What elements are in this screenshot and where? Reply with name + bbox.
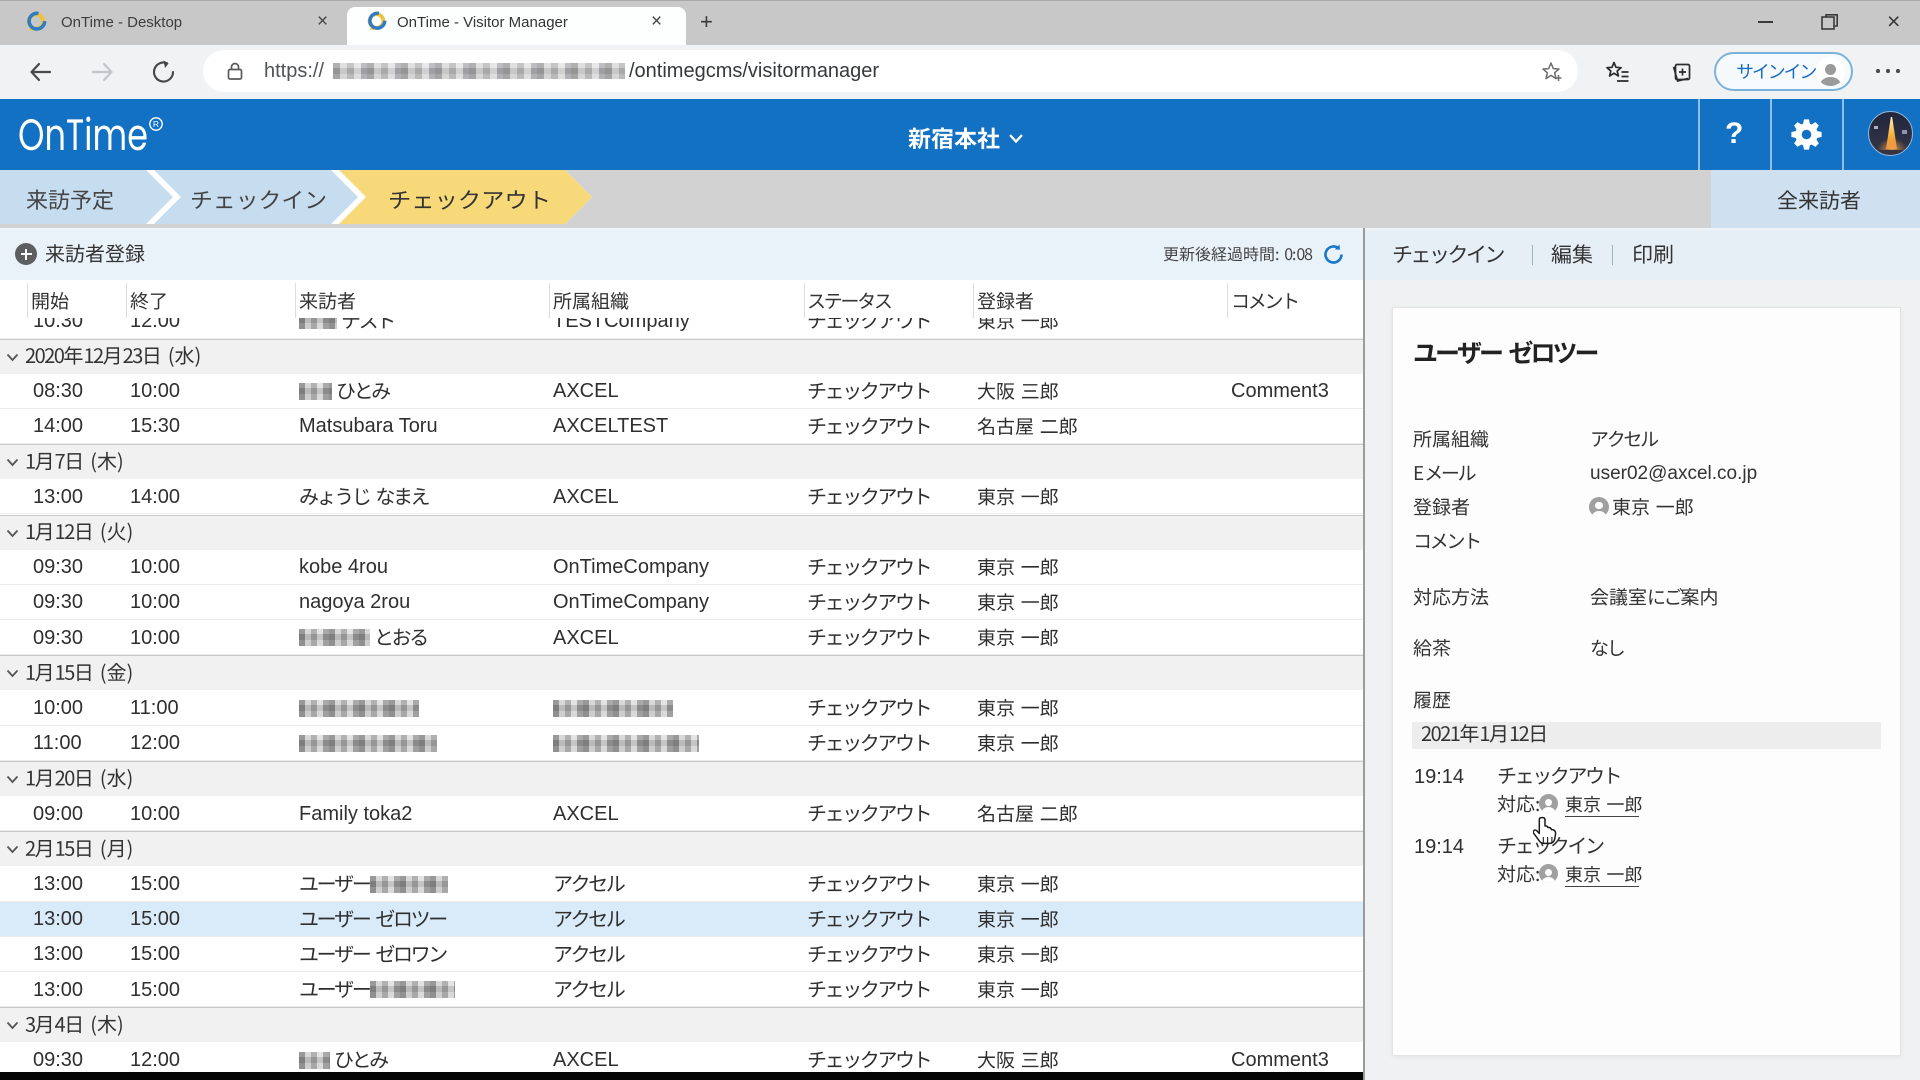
svg-text:R: R <box>153 119 159 129</box>
